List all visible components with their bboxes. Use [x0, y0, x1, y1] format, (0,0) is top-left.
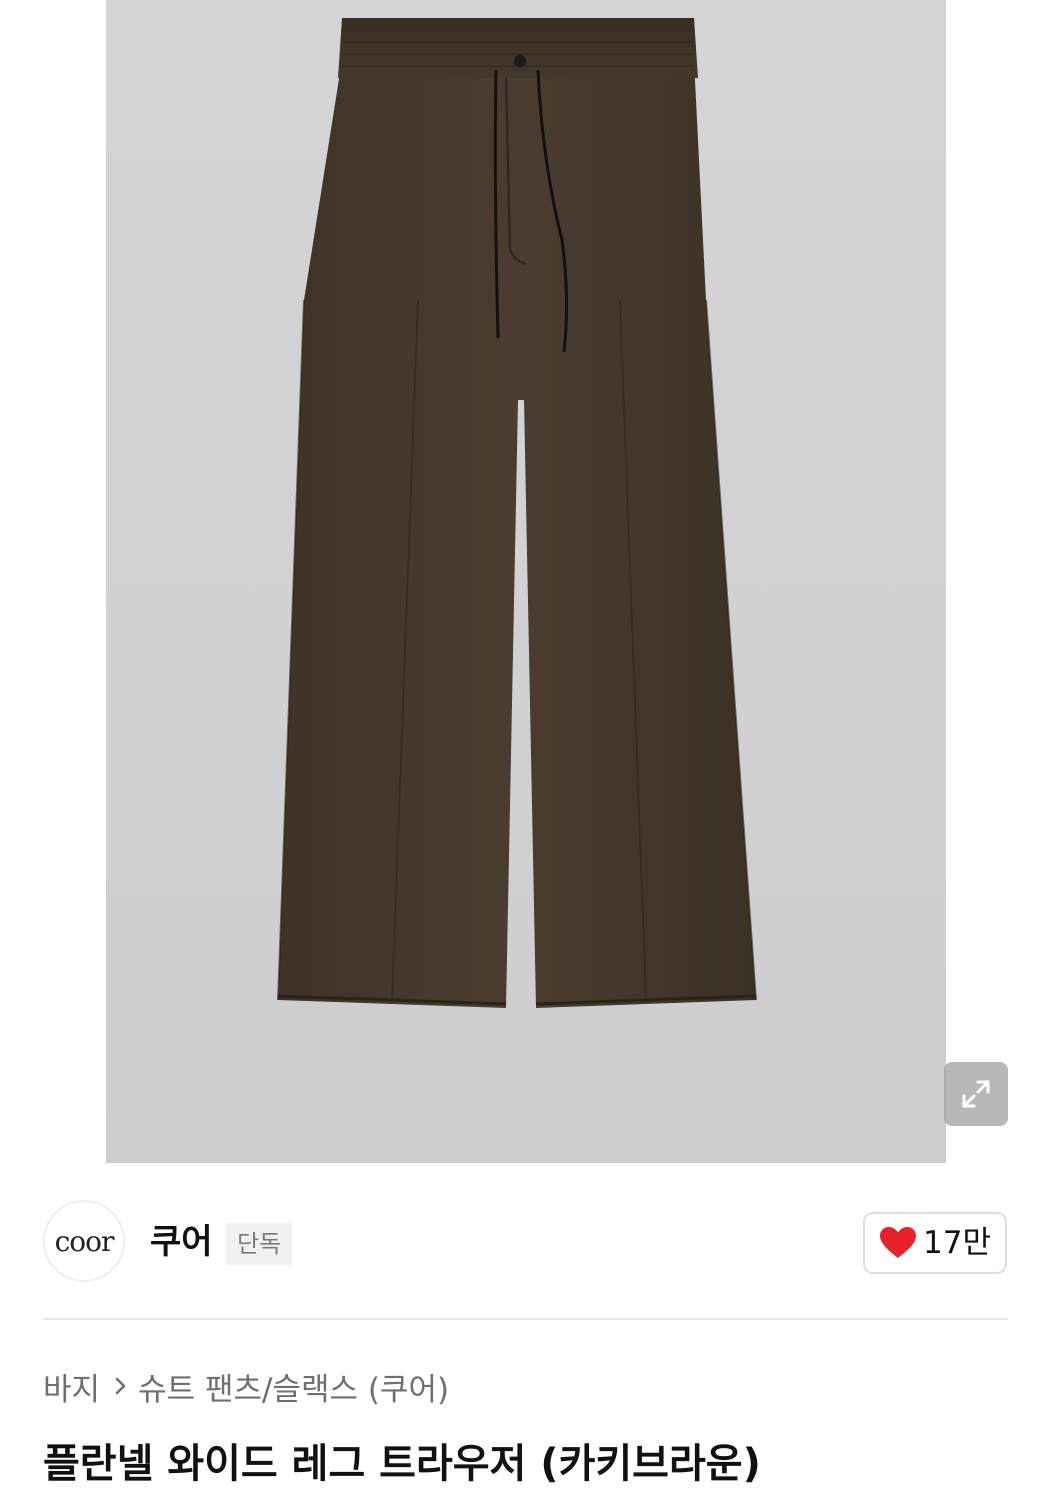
product-title: 플란넬 와이드 레그 트라우저 (카키브라운) — [43, 1441, 761, 1487]
product-photo[interactable] — [106, 0, 946, 1163]
brand-logo-text: coor — [54, 1224, 115, 1258]
chevron-right-icon — [114, 1375, 128, 1397]
breadcrumb-category[interactable]: 바지 — [43, 1364, 100, 1409]
like-count: 17만 — [923, 1225, 991, 1261]
divider — [43, 1318, 1008, 1320]
exclusive-badge: 단독 — [226, 1223, 293, 1265]
brand-logo[interactable]: coor — [43, 1200, 125, 1282]
breadcrumb: 바지 슈트 팬츠/슬랙스 (쿠어) — [43, 1364, 449, 1408]
brand-row: coor 쿠어 단독 17만 — [0, 1200, 1051, 1286]
like-button[interactable]: 17만 — [863, 1212, 1007, 1274]
breadcrumb-subcategory[interactable]: 슈트 팬츠/슬랙스 (쿠어) — [138, 1364, 449, 1409]
expand-image-button[interactable] — [944, 1062, 1008, 1126]
brand-name[interactable]: 쿠어 — [150, 1218, 213, 1266]
expand-arrows-icon — [962, 1080, 990, 1108]
heart-icon — [880, 1227, 917, 1258]
trousers-illustration — [277, 18, 757, 1008]
product-image-gallery — [0, 0, 1051, 1168]
